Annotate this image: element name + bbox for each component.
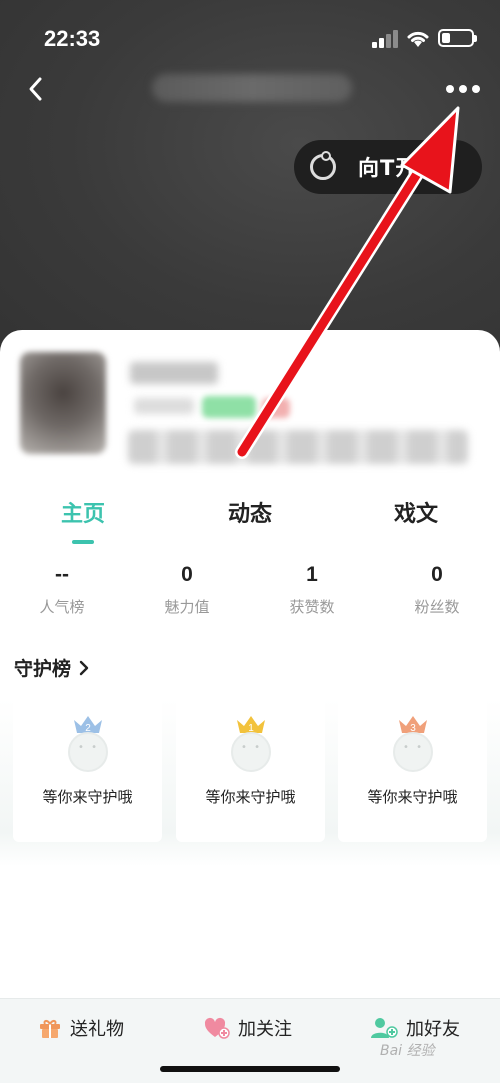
heart-plus-icon [204,1017,230,1039]
stat-label: 魅力值 [164,598,210,616]
status-bar: 22:33 [0,0,500,78]
guard-card-text: 等你来守护哦 [205,788,296,806]
blurred-title [152,74,352,102]
live-ring-icon [310,151,336,180]
guard-card-rank-3[interactable]: 3 等你来守护哦 [338,698,487,842]
placeholder-avatar-icon [68,732,108,772]
crown-icon: 3 [399,716,427,734]
stat-label: 粉丝数 [414,598,460,616]
guard-list-title: 守护榜 [14,658,72,680]
more-dot-icon [459,85,467,93]
placeholder-avatar-icon [393,732,433,772]
stat-value: -- [55,563,69,586]
tab-moments[interactable]: 动态 [200,496,300,528]
blurred-level-badge [202,396,256,418]
stat-value: 1 [306,563,318,586]
guard-card-rank-1[interactable]: 1 等你来守护哦 [176,698,325,842]
more-dot-icon [446,85,454,93]
stat-value: 0 [181,563,193,586]
battery-icon [438,29,477,47]
add-friend-label: 加好友 [406,1019,460,1040]
placeholder-avatar-icon [231,732,271,772]
status-time: 22:33 [44,26,101,51]
stat-label: 获赞数 [289,598,335,616]
add-friend-icon [371,1018,398,1038]
stat-likes[interactable]: 1 获赞数 [252,560,372,617]
tab-scripts[interactable]: 戏文 [366,496,466,528]
stat-fans[interactable]: 0 粉丝数 [377,560,497,617]
gift-icon [40,1020,60,1038]
blurred-gender-badge [262,398,290,418]
back-button[interactable] [18,70,52,108]
guard-card-rank-2[interactable]: 2 等你来守护哦 [13,698,162,842]
stats-row: -- 人气榜 0 魅力值 1 获赞数 0 粉丝数 [0,560,500,624]
watermark: Bai 经验 [380,1043,435,1059]
avatar[interactable] [20,352,106,454]
stat-popularity[interactable]: -- 人气榜 [2,560,122,617]
chevron-right-icon [79,660,89,675]
follow-button[interactable]: 加关注 [204,1015,292,1041]
blurred-user-id [134,398,194,414]
follow-label: 加关注 [238,1019,292,1040]
send-gift-button[interactable]: 送礼物 [38,1015,124,1041]
signal-icon [372,30,400,48]
crown-icon: 1 [237,716,265,734]
more-options-button[interactable] [440,72,486,106]
tab-home[interactable]: 主页 [33,496,133,528]
blurred-username [130,362,218,384]
tab-active-indicator [72,540,94,544]
send-gift-label: 送礼物 [70,1019,124,1040]
more-dot-icon [472,85,480,93]
guard-card-text: 等你来守护哦 [42,788,133,806]
home-indicator [160,1066,340,1072]
guard-list-header[interactable]: 守护榜 [14,654,89,681]
stat-label: 人气榜 [39,598,85,616]
add-friend-button[interactable]: 加好友 [370,1015,460,1041]
start-live-label: 向T开播 [358,156,440,180]
start-live-button[interactable]: 向T开播 [294,140,482,194]
stat-value: 0 [431,563,443,586]
chevron-left-icon [29,77,42,101]
guard-card-text: 等你来守护哦 [367,788,458,806]
blurred-bio [128,430,468,464]
crown-icon: 2 [74,716,102,734]
stat-charm[interactable]: 0 魅力值 [127,560,247,617]
wifi-icon [407,31,429,47]
